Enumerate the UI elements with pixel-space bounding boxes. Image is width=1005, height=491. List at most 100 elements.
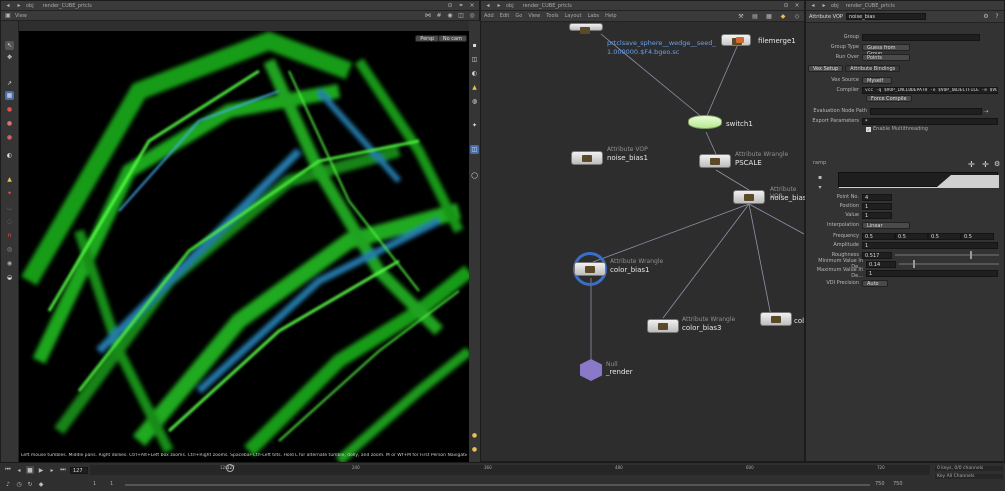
snap-icon[interactable]: ⋈ [424, 12, 432, 20]
menu-go[interactable]: Go [515, 13, 522, 19]
min-value-field[interactable]: 0.14 [866, 260, 896, 268]
pin-icon[interactable]: ⊙ [446, 2, 454, 10]
display-opt2-icon[interactable]: ◫ [470, 55, 479, 64]
multithread-checkbox[interactable]: ✓ [866, 126, 871, 132]
camera-tool-icon[interactable]: ◉ [5, 259, 14, 268]
link-icon[interactable]: ⚭ [457, 2, 465, 10]
view-tab[interactable]: View [15, 13, 27, 19]
display-opt3-icon[interactable]: ◐ [470, 69, 479, 78]
range-end2[interactable]: 750 [893, 481, 903, 487]
ramp-widget[interactable] [838, 172, 999, 188]
param-gear-icon[interactable]: ⚙ [982, 13, 990, 21]
frequency-z[interactable]: 0.5 [928, 232, 961, 240]
display-opt8-icon[interactable]: ◯ [470, 171, 479, 180]
param-path-node[interactable]: render_CUBE_prtcls [846, 3, 895, 9]
menu-layout[interactable]: Layout [565, 13, 582, 19]
frequency-w[interactable]: 0.5 [961, 232, 994, 240]
display-opt10-icon[interactable]: ● [470, 445, 479, 454]
net-close-icon[interactable]: × [793, 2, 801, 10]
net-pin-icon[interactable]: ⊙ [782, 2, 790, 10]
eval-node-path-field[interactable] [870, 107, 982, 115]
frequency-x[interactable]: 0.5 [862, 232, 895, 240]
menu-edit[interactable]: Edit [500, 13, 510, 19]
group-field[interactable] [862, 33, 980, 41]
value-field[interactable]: 1 [862, 211, 892, 219]
display-opt5-icon[interactable]: ◍ [470, 97, 479, 106]
viewport-canvas[interactable]: Persp No cam [19, 31, 469, 463]
lock-tool-icon[interactable]: ▦ [5, 91, 14, 100]
path-obj[interactable]: obj [26, 3, 34, 9]
min-value-slider[interactable] [899, 260, 999, 268]
ramp-gear-icon[interactable]: ⚙ [994, 160, 1000, 168]
audio-icon[interactable]: ♪ [4, 480, 12, 488]
net-layout-icon[interactable]: ▤ [751, 12, 759, 20]
tab-vex-setup[interactable]: Vex Setup [808, 65, 844, 72]
max-value-field[interactable]: 1 [866, 269, 998, 277]
back-icon[interactable]: ◂ [4, 2, 12, 10]
brush-tool-icon[interactable]: ◎ [5, 245, 14, 254]
node-prtclsave[interactable] [569, 23, 603, 34]
menu-help[interactable]: Help [605, 13, 616, 19]
light-menu[interactable]: No cam [437, 35, 467, 42]
menu-view[interactable]: View [528, 13, 540, 19]
ramp-key-del-icon[interactable]: ▾ [816, 183, 824, 191]
snap-tool-icon[interactable]: ▲ [5, 175, 14, 184]
frequency-y[interactable]: 0.5 [895, 232, 928, 240]
display-opt6-icon[interactable]: ✦ [470, 121, 479, 130]
range-start[interactable]: 1 [93, 481, 96, 487]
net-back-icon[interactable]: ◂ [484, 2, 492, 10]
export-params-field[interactable]: * [862, 117, 998, 125]
forward-icon[interactable]: ▸ [15, 2, 23, 10]
go-end-icon[interactable]: ⏭ [59, 466, 67, 474]
play-icon[interactable]: ▶ [37, 466, 45, 474]
param-path-obj[interactable]: obj [831, 3, 839, 9]
ik-tool-icon[interactable]: ✦ [5, 189, 14, 198]
net-colors-icon[interactable]: ◆ [779, 12, 787, 20]
run-over-menu[interactable]: Points [862, 53, 910, 61]
force-compile-button[interactable]: Force Compile [866, 95, 912, 102]
sculpt-tool-icon[interactable]: ● [5, 133, 14, 142]
node-col[interactable] [760, 312, 792, 326]
display-opt4-icon[interactable]: ▲ [470, 83, 479, 92]
point-no-field[interactable]: 4 [862, 193, 892, 201]
frame-field[interactable]: 127 [70, 466, 88, 474]
vex-source-menu[interactable]: Myself [862, 76, 892, 84]
node-color-bias3[interactable] [647, 319, 679, 333]
interpolation-menu[interactable]: Linear [862, 221, 910, 229]
camera-menu[interactable]: Persp [415, 35, 439, 42]
display-opt9-icon[interactable]: ● [470, 431, 479, 440]
menu-add[interactable]: Add [484, 13, 494, 19]
node-noise-bias[interactable] [733, 190, 765, 204]
vdi-precision-menu[interactable]: Auto [862, 279, 888, 287]
render-icon[interactable]: ◎ [468, 12, 476, 20]
loop-icon[interactable]: ↻ [26, 480, 34, 488]
net-grid-icon[interactable]: ▦ [765, 12, 773, 20]
node-switch1[interactable] [688, 115, 722, 129]
range-slider[interactable] [125, 484, 870, 486]
net-path-obj[interactable]: obj [506, 3, 514, 9]
display-opt7-icon[interactable]: ◫ [470, 145, 479, 154]
step-forward-icon[interactable]: ▸ [48, 466, 56, 474]
eye-icon[interactable]: ◉ [446, 12, 454, 20]
ramp-key-add-icon[interactable]: ▪ [816, 173, 824, 181]
net-forward-icon[interactable]: ▸ [495, 2, 503, 10]
display-opt1-icon[interactable]: ▪ [470, 41, 479, 50]
range-start2[interactable]: 1 [110, 481, 113, 487]
roughness-slider[interactable] [895, 251, 999, 259]
node-noise-bias1[interactable] [571, 151, 603, 165]
pose-tool-icon[interactable]: ● [5, 105, 14, 114]
net-shapes-icon[interactable]: ◇ [793, 12, 801, 20]
menu-tools[interactable]: Tools [546, 13, 558, 19]
lasso-tool-icon[interactable]: ◌ [5, 217, 14, 226]
stop-icon[interactable]: ■ [26, 466, 34, 474]
eval-path-picker-icon[interactable]: ⇢ [982, 107, 990, 115]
magnet-tool-icon[interactable]: ◡ [5, 203, 14, 212]
roughness-field[interactable]: 0.517 [862, 251, 892, 259]
path-node[interactable]: render_CUBE_prtcls [43, 3, 92, 9]
paint-tool-icon[interactable]: ● [5, 119, 14, 128]
param-forward-icon[interactable]: ▸ [820, 2, 828, 10]
camera-icon[interactable]: ◫ [457, 12, 465, 20]
step-back-icon[interactable]: ◂ [15, 466, 23, 474]
param-help-icon[interactable]: ? [993, 13, 1001, 21]
handle-tool-icon[interactable]: ↗ [5, 79, 14, 88]
